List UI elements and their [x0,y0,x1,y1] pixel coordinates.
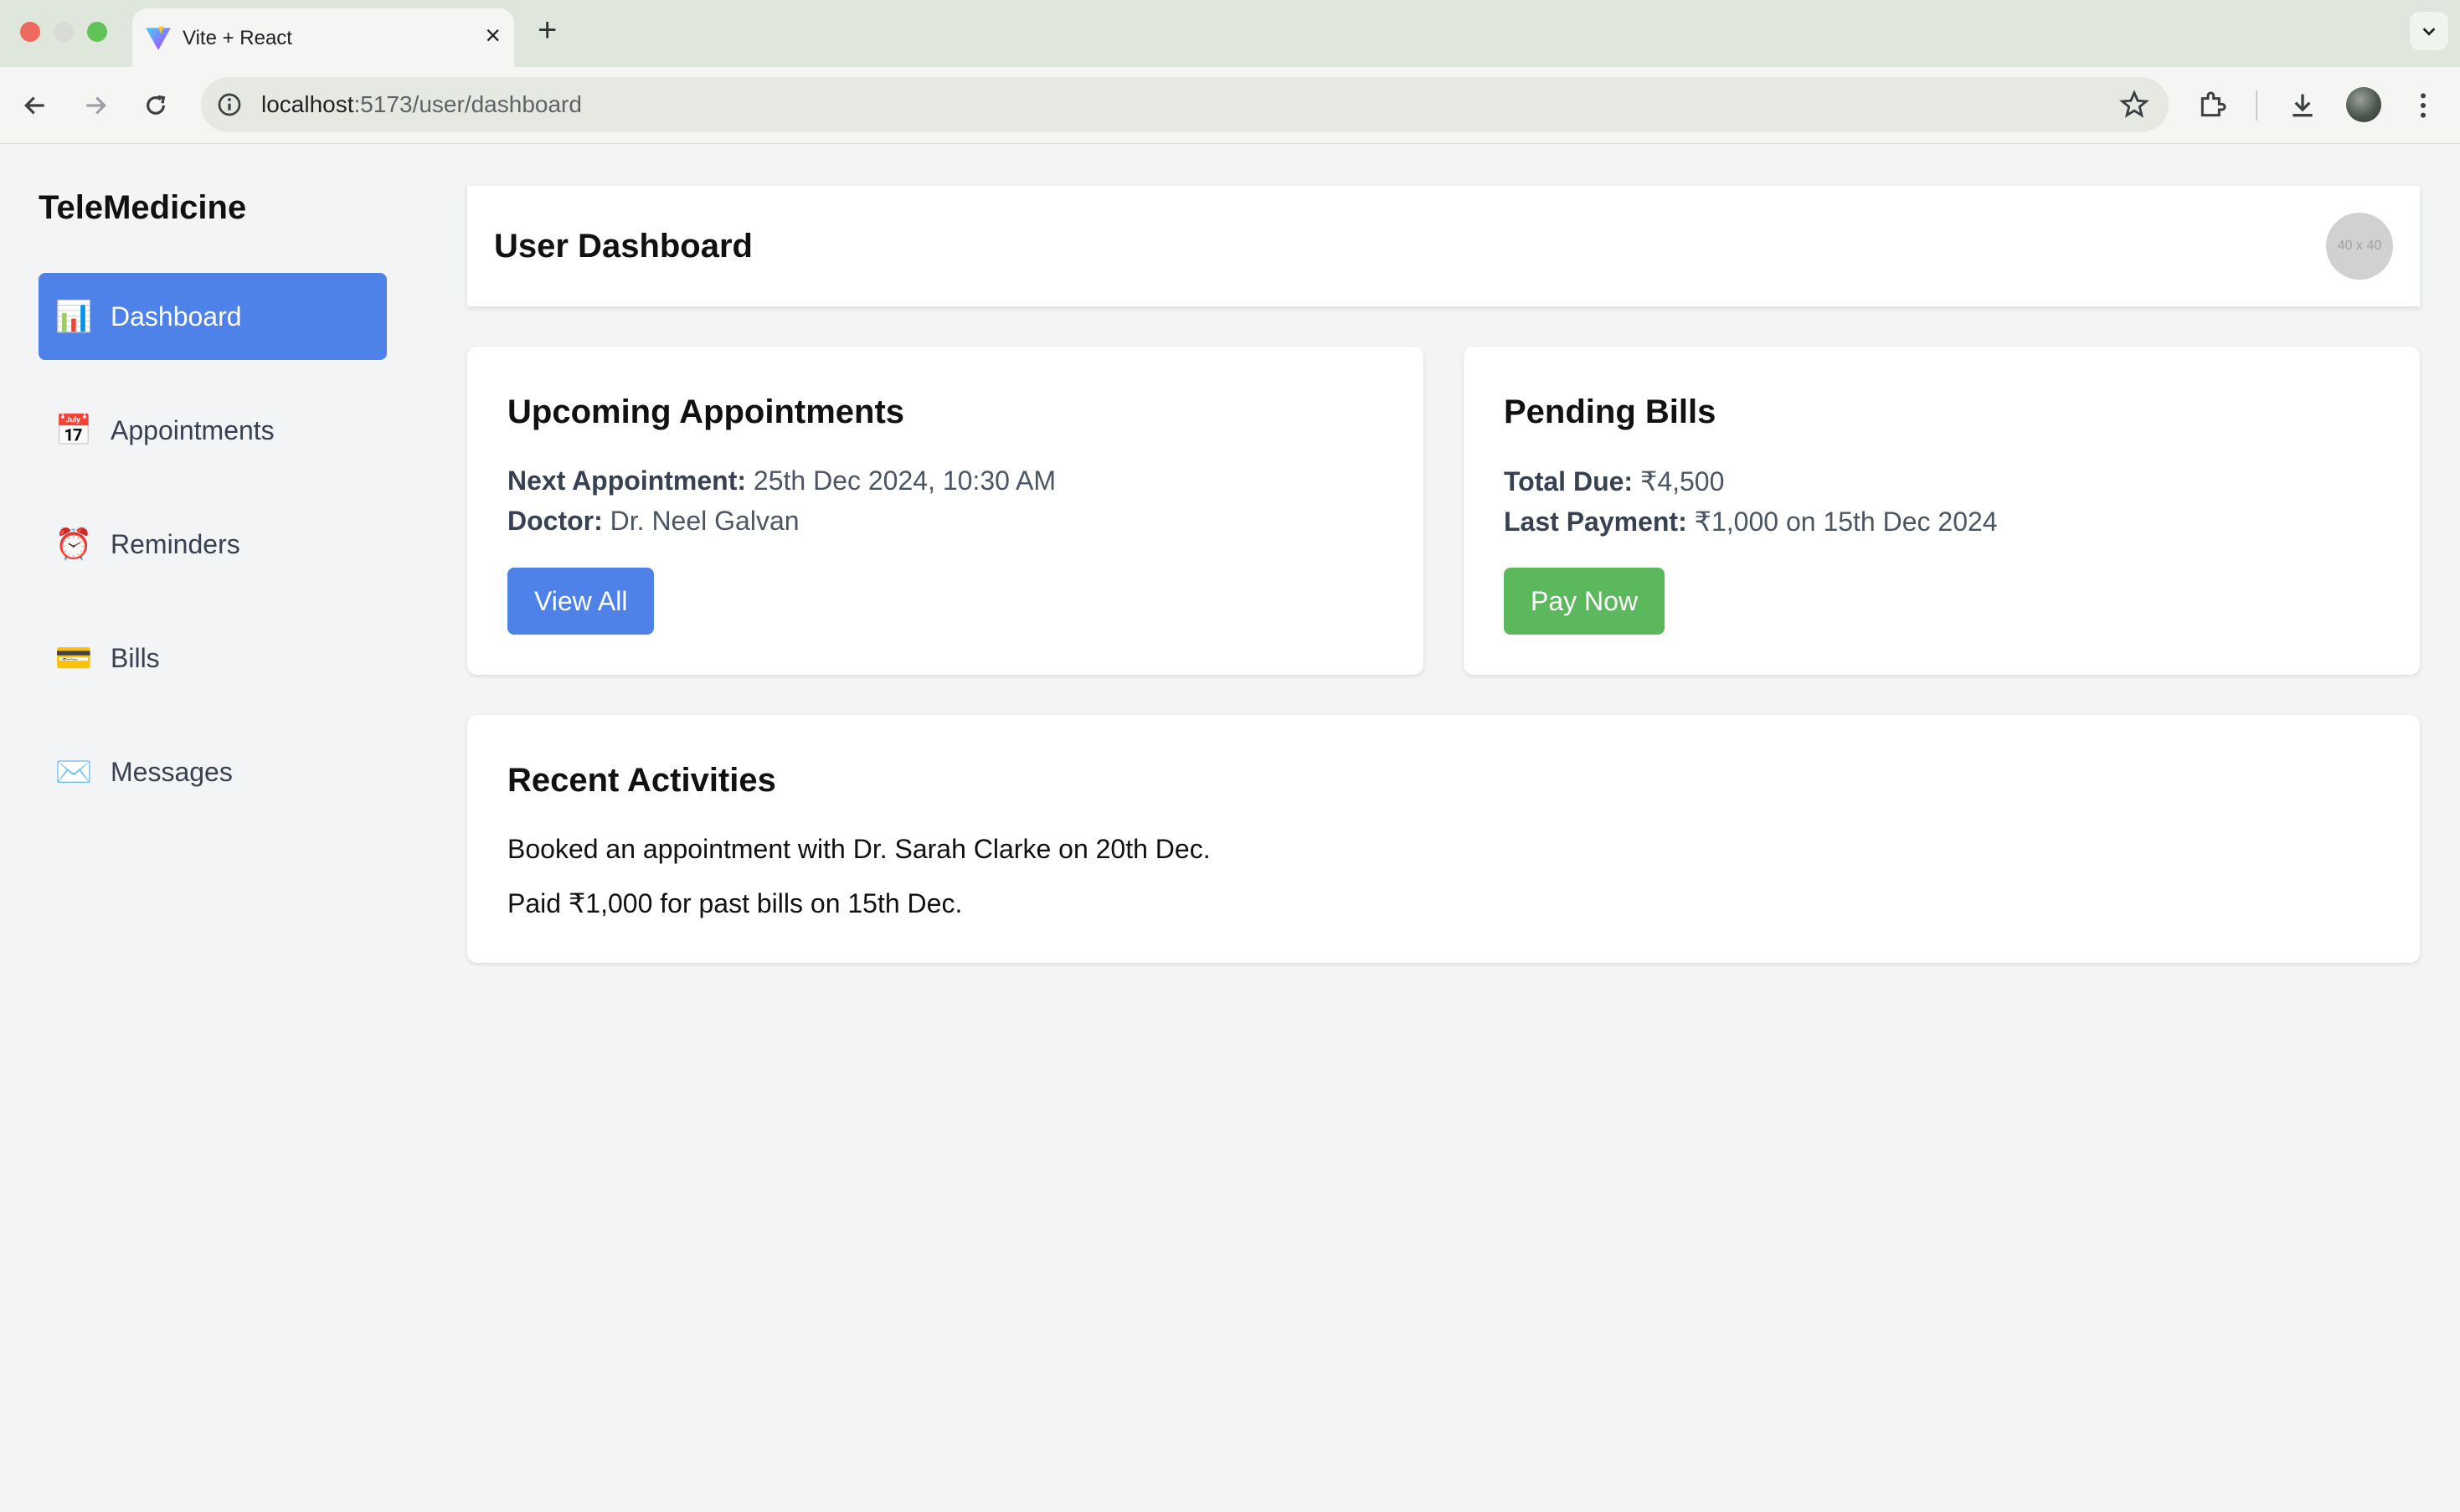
recent-activities-title: Recent Activities [507,762,776,799]
sidebar-item-dashboard[interactable]: 📊 Dashboard [39,273,387,360]
recent-activities-card: Recent Activities Booked an appointment … [467,715,2420,963]
sidebar-item-appointments[interactable]: 📅 Appointments [39,387,387,474]
sidebar-item-label: Appointments [111,414,275,445]
extensions-icon[interactable] [2195,89,2229,122]
bar-chart-icon: 📊 [54,299,93,333]
calendar-icon: 📅 [54,413,93,447]
sidebar-item-bills[interactable]: 💳 Bills [39,615,387,702]
arrow-right-icon [86,96,106,115]
last-payment-value: ₹1,000 on 15th Dec 2024 [1686,507,1998,537]
back-button[interactable] [17,87,54,124]
doctor-row: Doctor: Dr. Neel Galvan [507,506,800,537]
browser-tab[interactable]: Vite + React × [132,8,514,67]
total-due-label: Total Due: [1504,466,1634,496]
sidebar-item-messages[interactable]: ✉️ Messages [39,728,387,815]
envelope-icon: ✉️ [54,754,93,789]
brand-title: TeleMedicine [39,189,247,226]
tab-title: Vite + React [183,27,292,49]
address-bar[interactable]: localhost:5173/user/dashboard [201,77,2169,132]
forward-button[interactable] [77,87,114,124]
bills-card-title: Pending Bills [1504,393,1716,430]
appointments-card-title: Upcoming Appointments [507,393,905,430]
avatar[interactable]: 40 x 40 [2326,213,2393,280]
appointments-card: Upcoming Appointments Next Appointment: … [467,347,1423,675]
doctor-value: Dr. Neel Galvan [602,506,800,536]
window-minimize-button[interactable] [54,22,74,42]
next-appointment-label: Next Appointment: [507,465,747,496]
bookmark-star-icon[interactable] [2118,89,2150,121]
more-menu-icon[interactable] [2406,89,2440,122]
doctor-label: Doctor: [507,506,603,536]
next-appointment-row: Next Appointment: 25th Dec 2024, 10:30 A… [507,465,1056,496]
sidebar-item-reminders[interactable]: ⏰ Reminders [39,501,387,588]
window-close-button[interactable] [20,22,40,42]
browser-tab-bar: Vite + React × + [0,0,2460,67]
list-item: Booked an appointment with Dr. Sarah Cla… [507,834,1211,864]
view-all-button[interactable]: View All [507,568,655,635]
next-appointment-value: 25th Dec 2024, 10:30 AM [746,465,1057,496]
sidebar-item-label: Reminders [111,528,240,559]
page-title: User Dashboard [494,228,753,265]
last-payment-label: Last Payment: [1504,507,1687,537]
page-header: User Dashboard 40 x 40 [467,186,2420,306]
window-maximize-button[interactable] [87,22,107,42]
pay-now-button[interactable]: Pay Now [1504,568,1665,635]
sidebar-item-label: Bills [111,642,160,673]
reload-icon [147,95,166,115]
tab-search-button[interactable] [2410,12,2448,50]
browser-toolbar: localhost:5173/user/dashboard [0,67,2460,144]
sidebar-item-label: Dashboard [111,301,242,332]
bills-card: Pending Bills Total Due: ₹4,500 Last Pay… [1464,347,2420,675]
total-due-value: ₹4,500 [1633,466,1725,496]
reload-button[interactable] [137,87,174,124]
list-item: Paid ₹1,000 for past bills on 15th Dec. [507,888,963,918]
total-due-row: Total Due: ₹4,500 [1504,465,1724,497]
new-tab-icon[interactable]: + [538,13,557,47]
arrow-left-icon [24,96,44,115]
chevron-down-icon [2422,28,2436,36]
download-icon[interactable] [2286,89,2319,122]
credit-card-icon: 💳 [54,640,93,675]
url-text[interactable]: localhost:5173/user/dashboard [261,91,582,118]
alarm-clock-icon: ⏰ [54,527,93,561]
tab-close-icon[interactable]: × [485,22,501,49]
sidebar-item-label: Messages [111,756,233,787]
last-payment-row: Last Payment: ₹1,000 on 15th Dec 2024 [1504,506,1998,537]
sidebar: TeleMedicine 📊 Dashboard 📅 Appointments … [0,144,427,1512]
browser-profile-avatar[interactable] [2346,87,2381,122]
vite-logo-icon [146,26,171,50]
info-icon[interactable] [216,91,243,118]
toolbar-divider [2256,90,2257,121]
